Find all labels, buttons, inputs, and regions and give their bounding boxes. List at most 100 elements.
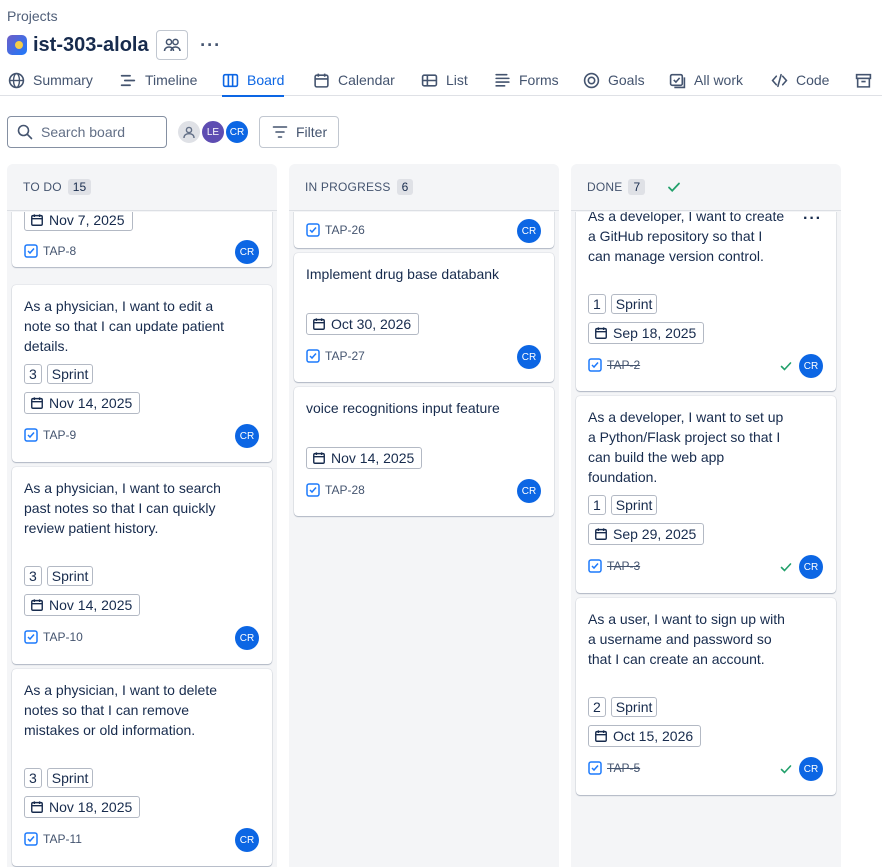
column-done: DONE 7 ··· As a developer, I want to cre… <box>571 164 841 867</box>
avatar[interactable]: CR <box>224 119 250 145</box>
task-checkbox-icon <box>306 223 320 237</box>
assignee-avatar[interactable]: CR <box>235 626 259 650</box>
issue-card[interactable]: TAP-26 CR <box>294 212 554 248</box>
code-icon <box>771 73 788 87</box>
assignee-avatar[interactable]: CR <box>517 345 541 369</box>
due-date: Nov 14, 2025 <box>24 392 141 414</box>
assignee-avatar[interactable]: CR <box>517 479 541 503</box>
card-summary: As a developer, I want to create a GitHu… <box>588 212 785 264</box>
issue-key[interactable]: TAP-9 <box>24 428 76 442</box>
issue-key-text: TAP-2 <box>607 358 641 372</box>
tab-archive[interactable] <box>855 64 880 96</box>
sprint-label: Sprint <box>610 697 658 717</box>
assignee-avatar[interactable]: CR <box>799 354 823 378</box>
issue-card[interactable]: As a physician, I want to search past no… <box>12 467 272 664</box>
column-count: 6 <box>396 179 414 195</box>
calendar-icon <box>595 327 607 339</box>
assignee-avatar[interactable]: CR <box>235 828 259 852</box>
people-icon <box>163 38 181 52</box>
calendar-icon <box>31 397 43 409</box>
issue-key-text: TAP-11 <box>43 832 82 846</box>
due-date-text: Sep 18, 2025 <box>613 325 697 341</box>
issue-key[interactable]: TAP-2 <box>588 358 640 372</box>
issue-key[interactable]: TAP-27 <box>306 349 365 363</box>
timeline-icon <box>120 74 136 86</box>
issue-card[interactable]: Nov 7, 2025 TAP-8 CR <box>12 212 272 267</box>
tab-label: Goals <box>608 72 645 88</box>
due-date: Oct 30, 2026 <box>306 313 420 335</box>
card-more-icon[interactable]: ··· <box>803 212 822 228</box>
issue-key-text: TAP-3 <box>607 559 641 573</box>
tab-calendar[interactable]: Calendar <box>313 64 395 96</box>
card-summary: As a physician, I want to edit a note so… <box>24 298 225 354</box>
column-body: TAP-26 CR Implement drug base databank O… <box>289 212 559 867</box>
more-actions-button[interactable]: ··· <box>195 30 227 60</box>
tab-label: Summary <box>33 72 93 88</box>
column-in-progress: IN PROGRESS 6 TAP-26 CR Implement drug b… <box>289 164 559 867</box>
filter-button[interactable]: Filter <box>259 116 339 148</box>
tab-list[interactable]: List <box>421 64 468 96</box>
due-date: Sep 18, 2025 <box>588 322 705 344</box>
issue-key[interactable]: TAP-26 <box>306 223 365 237</box>
issue-card[interactable]: voice recognitions input feature Nov 14,… <box>294 387 554 516</box>
tab-board[interactable]: Board <box>222 64 285 97</box>
resolved-check-icon <box>780 765 792 774</box>
story-points: 2 <box>588 697 606 717</box>
calendar-icon <box>313 452 325 464</box>
issue-key-text: TAP-26 <box>325 223 365 237</box>
avatar[interactable]: LE <box>200 119 226 145</box>
forms-icon <box>495 73 510 87</box>
search-input-wrapper[interactable] <box>7 116 167 148</box>
issue-card[interactable]: As a physician, I want to edit a note so… <box>12 285 272 462</box>
task-checkbox-icon <box>24 832 38 846</box>
card-summary: voice recognitions input feature <box>306 400 500 416</box>
task-checkbox-icon <box>24 244 38 258</box>
search-input[interactable] <box>41 124 161 140</box>
issue-key[interactable]: TAP-28 <box>306 483 365 497</box>
issue-card[interactable]: As a physician, I want to delete notes s… <box>12 669 272 866</box>
unassigned-avatar[interactable] <box>176 119 202 145</box>
tab-timeline[interactable]: Timeline <box>120 64 197 96</box>
due-date-text: Oct 30, 2026 <box>331 316 412 332</box>
assignee-avatar[interactable]: CR <box>799 555 823 579</box>
issue-key[interactable]: TAP-8 <box>24 244 76 258</box>
tab-label: Board <box>247 72 285 88</box>
due-date-text: Nov 18, 2025 <box>49 799 133 815</box>
story-points: 3 <box>24 768 42 788</box>
search-icon <box>17 124 33 140</box>
issue-card[interactable]: ··· As a developer, I want to create a G… <box>576 212 836 391</box>
list-icon <box>421 73 438 87</box>
issue-card[interactable]: Implement drug base databank Oct 30, 202… <box>294 253 554 382</box>
column-body: Nov 7, 2025 TAP-8 CR As a physician, I w… <box>7 212 277 867</box>
tab-code[interactable]: Code <box>771 64 829 96</box>
tab-goals[interactable]: Goals <box>583 64 645 96</box>
issue-key-text: TAP-28 <box>325 483 365 497</box>
assignee-avatar[interactable]: CR <box>517 219 541 243</box>
issue-key-text: TAP-8 <box>43 244 77 258</box>
story-points: 3 <box>24 364 42 384</box>
breadcrumb[interactable]: Projects <box>7 8 58 24</box>
archive-icon <box>855 73 872 88</box>
column-header: IN PROGRESS 6 <box>289 164 559 211</box>
tab-forms[interactable]: Forms <box>494 64 559 96</box>
issue-card[interactable]: As a user, I want to sign up with a user… <box>576 598 836 795</box>
issue-key[interactable]: TAP-3 <box>588 559 640 573</box>
due-date: Oct 15, 2026 <box>588 725 702 747</box>
tab-all-work[interactable]: All work <box>669 64 743 96</box>
filter-label: Filter <box>296 124 328 140</box>
column-title: TO DO <box>23 180 62 194</box>
issue-card[interactable]: As a developer, I want to set up a Pytho… <box>576 396 836 593</box>
assignee-avatar[interactable]: CR <box>235 424 259 448</box>
issue-key[interactable]: TAP-10 <box>24 630 83 644</box>
task-checkbox-icon <box>588 358 602 372</box>
filter-icon <box>272 126 288 138</box>
issue-key[interactable]: TAP-5 <box>588 761 640 775</box>
card-chips: 1 Sprint <box>588 294 658 314</box>
issue-key[interactable]: TAP-11 <box>24 832 82 846</box>
team-button[interactable] <box>155 30 188 60</box>
tab-summary[interactable]: Summary <box>8 64 93 96</box>
assignee-avatar[interactable]: CR <box>235 240 259 264</box>
done-check-icon <box>668 182 681 192</box>
card-chips: 3 Sprint <box>24 566 94 586</box>
assignee-avatar[interactable]: CR <box>799 757 823 781</box>
